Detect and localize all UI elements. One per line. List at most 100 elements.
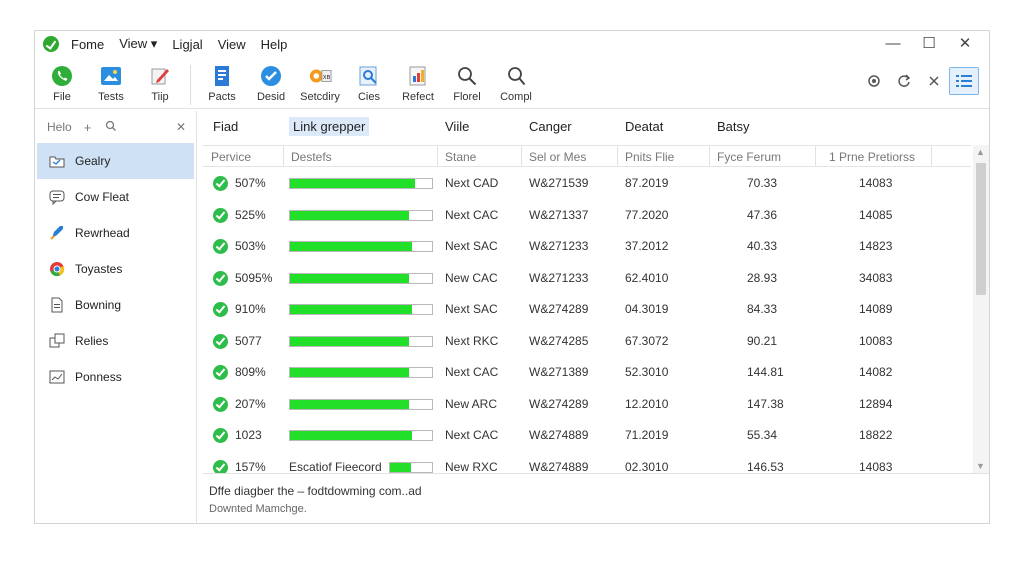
row-date: 04.3019 [625,302,669,316]
table-row[interactable]: 207% New ARC W&274289 12.2010 147.38 12894 [203,389,971,420]
table-row[interactable]: 507% Next CAD W&271539 87.2019 70.33 14083 [203,168,971,199]
row-percent: 525% [235,207,266,222]
check-circle-icon[interactable] [213,302,228,317]
column-divider[interactable] [931,146,932,166]
sidebar-item-ponness[interactable]: Ponness [35,359,196,395]
row-percent: 157% [235,459,266,474]
row-val2: 12894 [859,396,893,411]
gear-icon[interactable] [859,67,889,95]
tool-cies-button[interactable]: Cies [347,59,391,103]
tool-pacts-button[interactable]: Pacts [200,59,244,103]
column-divider[interactable] [283,146,284,166]
check-circle-icon[interactable] [213,428,228,443]
check-circle-icon[interactable] [213,396,228,412]
table-row[interactable]: 1023 Next CAC W&274889 71.2019 55.34 18822 [203,420,971,451]
group-header-deatat[interactable]: Deatat [625,119,663,134]
table-row[interactable]: 5095% New CAC W&271233 62.4010 28.93 34083 [203,263,971,294]
sidebar-item-cow-fleat[interactable]: Cow Fleat [35,179,196,215]
progress-bar-fill [290,399,410,409]
column-divider[interactable] [709,146,710,166]
column-header-pervice[interactable]: Pervice [211,150,251,164]
scroll-down-arrow-icon[interactable]: ▼ [976,461,985,471]
row-date: 52.3010 [625,365,669,379]
column-divider[interactable] [815,146,816,166]
menu-item-fome[interactable]: Fome [71,37,104,52]
check-circle-icon[interactable] [213,270,228,286]
sidebar-item-toyastes[interactable]: Toyastes [35,251,196,287]
row-val1: 47.36 [747,207,778,222]
vertical-scrollbar[interactable]: ▲ ▼ [973,145,989,473]
close-button[interactable]: ✕ [947,34,983,54]
search-icon[interactable] [105,120,117,135]
check-circle-icon[interactable] [213,459,228,473]
column-divider[interactable] [521,146,522,166]
progress-bar-fill [290,368,410,377]
edit-icon [148,65,172,87]
group-header-batsy[interactable]: Batsy [717,119,750,134]
column-header-pnits-flie[interactable]: Pnits Flie [625,150,674,164]
row-val1: 147.38 [747,396,784,411]
check-icon [259,65,283,87]
close-icon[interactable]: ✕ [176,120,186,134]
tool-compl-button[interactable]: Compl [494,59,538,103]
maximize-button[interactable]: ☐ [911,34,947,54]
menu-item-view-dropdown[interactable]: View ▾ [119,36,157,52]
tool-tiip-button[interactable]: Tiip [138,59,182,103]
row-date: 37.2012 [625,239,669,253]
column-header-prne-pretiorss[interactable]: 1 Prne Pretiorss [829,150,915,164]
column-divider[interactable] [617,146,618,166]
add-icon[interactable]: + [84,120,92,135]
scrollbar-thumb[interactable] [976,163,986,295]
scroll-up-arrow-icon[interactable]: ▲ [976,147,985,157]
row-status: Next CAC [445,207,499,222]
sidebar-item-gealry[interactable]: Gealry [37,143,194,179]
list-view-icon[interactable] [949,67,979,95]
minimize-button[interactable]: — [875,34,911,54]
row-val1: 146.53 [747,459,784,474]
progress-bar [289,304,433,315]
column-header-stane[interactable]: Stane [445,150,476,164]
table-row[interactable]: 525% Next CAC W&271337 77.2020 47.36 14085 [203,200,971,231]
sidebar-item-bowning[interactable]: Bowning [35,287,196,323]
column-header-destefs[interactable]: Destefs [291,150,332,164]
column-divider[interactable] [437,146,438,166]
menu-item-ligjal[interactable]: Ligjal [172,37,202,52]
row-label: Escatiof Fieecord [289,459,382,474]
row-percent: 910% [235,302,266,316]
menu-item-view[interactable]: View [218,37,246,52]
group-header-viile[interactable]: Viile [445,119,469,134]
tool-tests-button[interactable]: Tests [89,59,133,103]
column-header-fyce-ferum[interactable]: Fyce Ferum [717,150,781,164]
tool-setcdiry-button[interactable]: XB Setcdiry [298,59,342,103]
progress-bar-fill [290,273,410,283]
table-row[interactable]: 5077 Next RKC W&274285 67.3072 90.21 10083 [203,326,971,357]
check-circle-icon[interactable] [213,333,228,349]
tool-file-button[interactable]: File [40,59,84,103]
table-row[interactable]: 910% Next SAC W&274289 04.3019 84.33 14089 [203,294,971,325]
close-icon[interactable] [919,67,949,95]
sidebar-item-relies[interactable]: Relies [35,323,196,359]
table-row[interactable]: 809% Next CAC W&271389 52.3010 144.81 14082 [203,357,971,388]
group-header-fiad[interactable]: Fiad [213,119,238,134]
check-circle-icon[interactable] [213,207,228,223]
check-circle-icon[interactable] [213,365,228,380]
table-row[interactable]: 157% Escatiof Fieecord New RXC W&274889 02.3… [203,452,971,474]
tool-florel-button[interactable]: Florel [445,59,489,103]
table-row[interactable]: 503% Next SAC W&271233 37.2012 40.33 14823 [203,231,971,262]
folder-icon [49,153,65,169]
group-header-link-grepper[interactable]: Link grepper [289,117,370,136]
menu-item-help[interactable]: Help [261,37,288,52]
group-header-canger[interactable]: Canger [529,119,572,134]
sidebar-item-rewrhead[interactable]: Rewrhead [35,215,196,251]
check-circle-icon[interactable] [213,176,228,191]
tool-refect-button[interactable]: Refect [396,59,440,103]
tool-label: Setcdiry [300,91,340,103]
tool-desid-button[interactable]: Desid [249,59,293,103]
progress-bar-fill [290,431,413,440]
check-circle-icon[interactable] [213,239,228,254]
row-val1: 40.33 [747,239,778,253]
menu-bar: Fome View ▾ Ligjal View Help — ☐ ✕ [35,31,989,57]
column-header-sel-or-mes[interactable]: Sel or Mes [529,150,586,164]
progress-bar [289,241,433,252]
refresh-icon[interactable] [889,67,919,95]
